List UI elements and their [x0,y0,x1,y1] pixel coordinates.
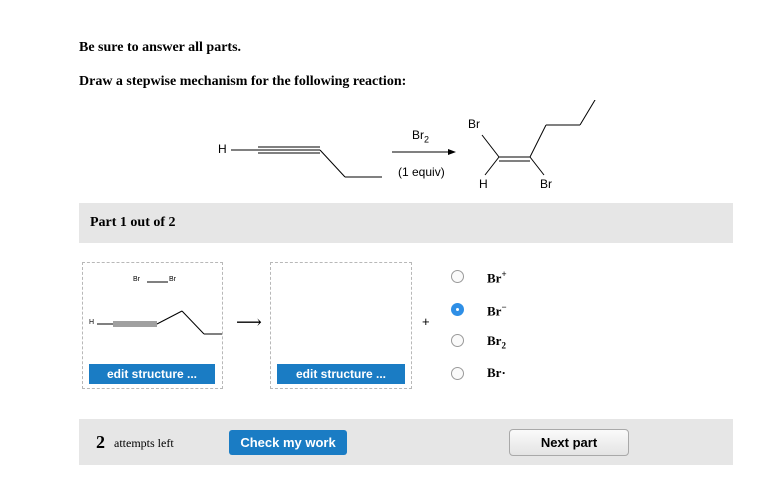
species-options: Br+ Br− Br2 Br· [448,263,568,388]
structure-box-reactants[interactable]: Br Br H edit structure ... [82,262,223,389]
reaction-scheme: H Br2 (1 equiv) Br H Br [200,100,620,200]
box1-br-right: Br [169,276,176,283]
instruction-answer-all: Be sure to answer all parts. [79,40,242,55]
option-br-anion-label: Br− [487,302,507,319]
product-br-top: Br [468,117,480,131]
reagent-condition: (1 equiv) [398,165,445,179]
radio-br-cation[interactable] [451,270,464,283]
reactant-h-label: H [218,142,227,156]
reagent-label: Br2 [412,128,430,145]
footer-bar: 2 attempts left Check my work Next part [79,419,733,465]
box1-h-label: H [89,319,95,326]
option-br-radical-label: Br· [487,365,506,380]
product-br-bottom: Br [540,177,552,191]
attempts-label: attempts left [114,436,174,450]
product-c-br2-bond [529,156,545,176]
box1-br-left: Br [133,276,140,283]
radio-br-anion[interactable] [451,303,464,316]
reactant-chain-bond [319,149,346,178]
box1-structure-drawing [97,281,222,335]
radio-br2[interactable] [451,334,464,347]
radio-br-radical[interactable] [451,367,464,380]
part-title: Part 1 out of 2 [90,215,176,230]
attempts-count: 2 [96,432,105,452]
next-part-button[interactable]: Next part [509,429,629,456]
edit-structure-button-2[interactable]: edit structure ... [277,364,405,384]
mechanism-arrow: ⟶ [236,312,262,332]
check-my-work-button[interactable]: Check my work [229,430,347,455]
plus-sign: + [422,314,430,329]
product-c-br-bond [481,134,500,158]
option-br-cation-label: Br+ [487,269,507,286]
structure-box-products[interactable]: edit structure ... [270,262,412,389]
instruction-draw-mechanism: Draw a stepwise mechanism for the follow… [79,74,407,89]
product-chain-bond [529,124,547,158]
option-br2-label: Br2 [487,333,506,351]
reaction-scheme-drawing [231,100,596,178]
product-c-h-bond [484,156,500,176]
product-h-label: H [479,177,488,191]
part-header: Part 1 out of 2 [79,203,733,243]
edit-structure-button-1[interactable]: edit structure ... [89,364,215,384]
